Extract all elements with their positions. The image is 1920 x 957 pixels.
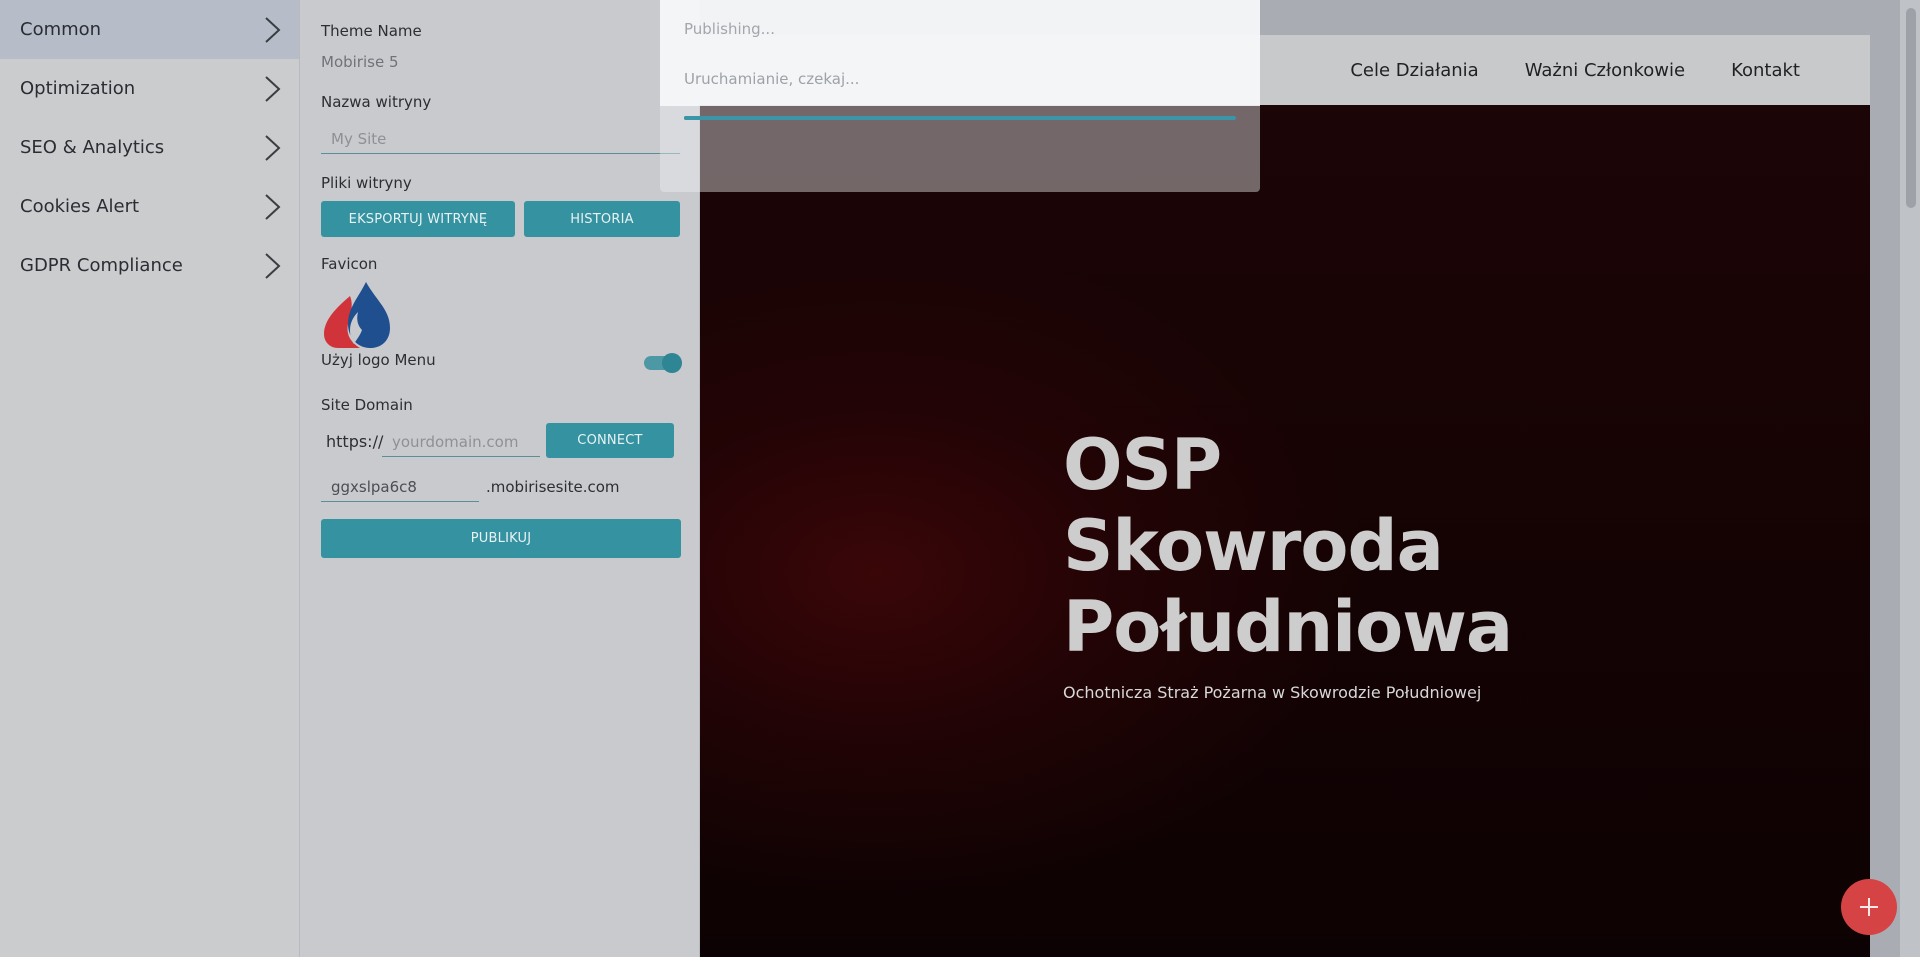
favicon-flame-icon[interactable] xyxy=(320,282,390,348)
sidebar-item-label: Optimization xyxy=(20,78,136,99)
domain-input[interactable] xyxy=(382,427,540,457)
hero-title-line: OSP xyxy=(1063,424,1222,506)
subdomain-suffix: .mobirisesite.com xyxy=(486,478,620,496)
site-name-label: Nazwa witryny xyxy=(321,93,432,111)
history-button[interactable]: HISTORIA xyxy=(524,201,680,237)
publishing-dialog: Publishing... Uruchamianie, czekaj... xyxy=(660,0,1260,192)
use-logo-menu-toggle[interactable] xyxy=(644,352,682,373)
sidebar-item-label: Common xyxy=(20,19,102,40)
chevron-right-icon xyxy=(265,75,281,102)
publishing-title: Publishing... xyxy=(684,20,775,38)
connect-button[interactable]: CONNECT xyxy=(546,423,674,458)
site-domain-label: Site Domain xyxy=(321,396,413,414)
theme-name-value: Mobirise 5 xyxy=(321,53,399,71)
sidebar-item-cookies-alert[interactable]: Cookies Alert xyxy=(0,177,299,236)
site-name-input[interactable] xyxy=(321,124,680,154)
site-settings-panel: Theme Name Mobirise 5 Nazwa witryny Plik… xyxy=(301,0,700,957)
preview-scrollbar[interactable] xyxy=(1900,0,1920,957)
hero-title-line: Skowroda xyxy=(1063,505,1444,587)
publishing-status: Uruchamianie, czekaj... xyxy=(684,70,860,88)
chevron-right-icon xyxy=(265,193,281,220)
hero-title-line: Południowa xyxy=(1063,586,1513,668)
publishing-progress-bar xyxy=(684,116,1236,120)
theme-name-label: Theme Name xyxy=(321,22,422,40)
settings-category-sidebar: Common Optimization SEO & Analytics Cook… xyxy=(0,0,300,957)
sidebar-item-gdpr-compliance[interactable]: GDPR Compliance xyxy=(0,236,299,295)
nav-link-goals[interactable]: Cele Działania xyxy=(1350,60,1478,81)
hero-title: OSP Skowroda Południowa xyxy=(1063,424,1513,668)
chevron-right-icon xyxy=(265,252,281,279)
hero-section: OSP Skowroda Południowa Ochotnicza Straż… xyxy=(700,105,1870,957)
chevron-right-icon xyxy=(265,16,281,43)
progress-fill xyxy=(684,116,1236,120)
sidebar-item-optimization[interactable]: Optimization xyxy=(0,59,299,118)
favicon-label: Favicon xyxy=(321,255,378,273)
hero-subtitle: Ochotnicza Straż Pożarna w Skowrodzie Po… xyxy=(1063,683,1482,702)
sidebar-item-seo-analytics[interactable]: SEO & Analytics xyxy=(0,118,299,177)
sidebar-item-label: SEO & Analytics xyxy=(20,137,165,158)
scrollbar-thumb[interactable] xyxy=(1906,8,1916,208)
toggle-knob xyxy=(662,353,682,373)
nav-link-contact[interactable]: Kontakt xyxy=(1731,60,1800,81)
publishing-dialog-header xyxy=(660,0,1260,106)
sidebar-item-label: GDPR Compliance xyxy=(20,255,183,276)
publish-button[interactable]: PUBLIKUJ xyxy=(321,519,681,558)
sidebar-item-common[interactable]: Common xyxy=(0,0,299,59)
chevron-right-icon xyxy=(265,134,281,161)
site-files-label: Pliki witryny xyxy=(321,174,412,192)
use-logo-menu-label: Użyj logo Menu xyxy=(321,351,436,369)
https-prefix: https:// xyxy=(326,432,384,451)
plus-icon xyxy=(1860,898,1878,916)
sidebar-item-label: Cookies Alert xyxy=(20,196,140,217)
export-site-button[interactable]: EKSPORTUJ WITRYNĘ xyxy=(321,201,515,237)
add-block-button[interactable] xyxy=(1841,879,1897,935)
subdomain-input[interactable] xyxy=(321,472,479,502)
nav-link-members[interactable]: Ważni Członkowie xyxy=(1525,60,1685,81)
